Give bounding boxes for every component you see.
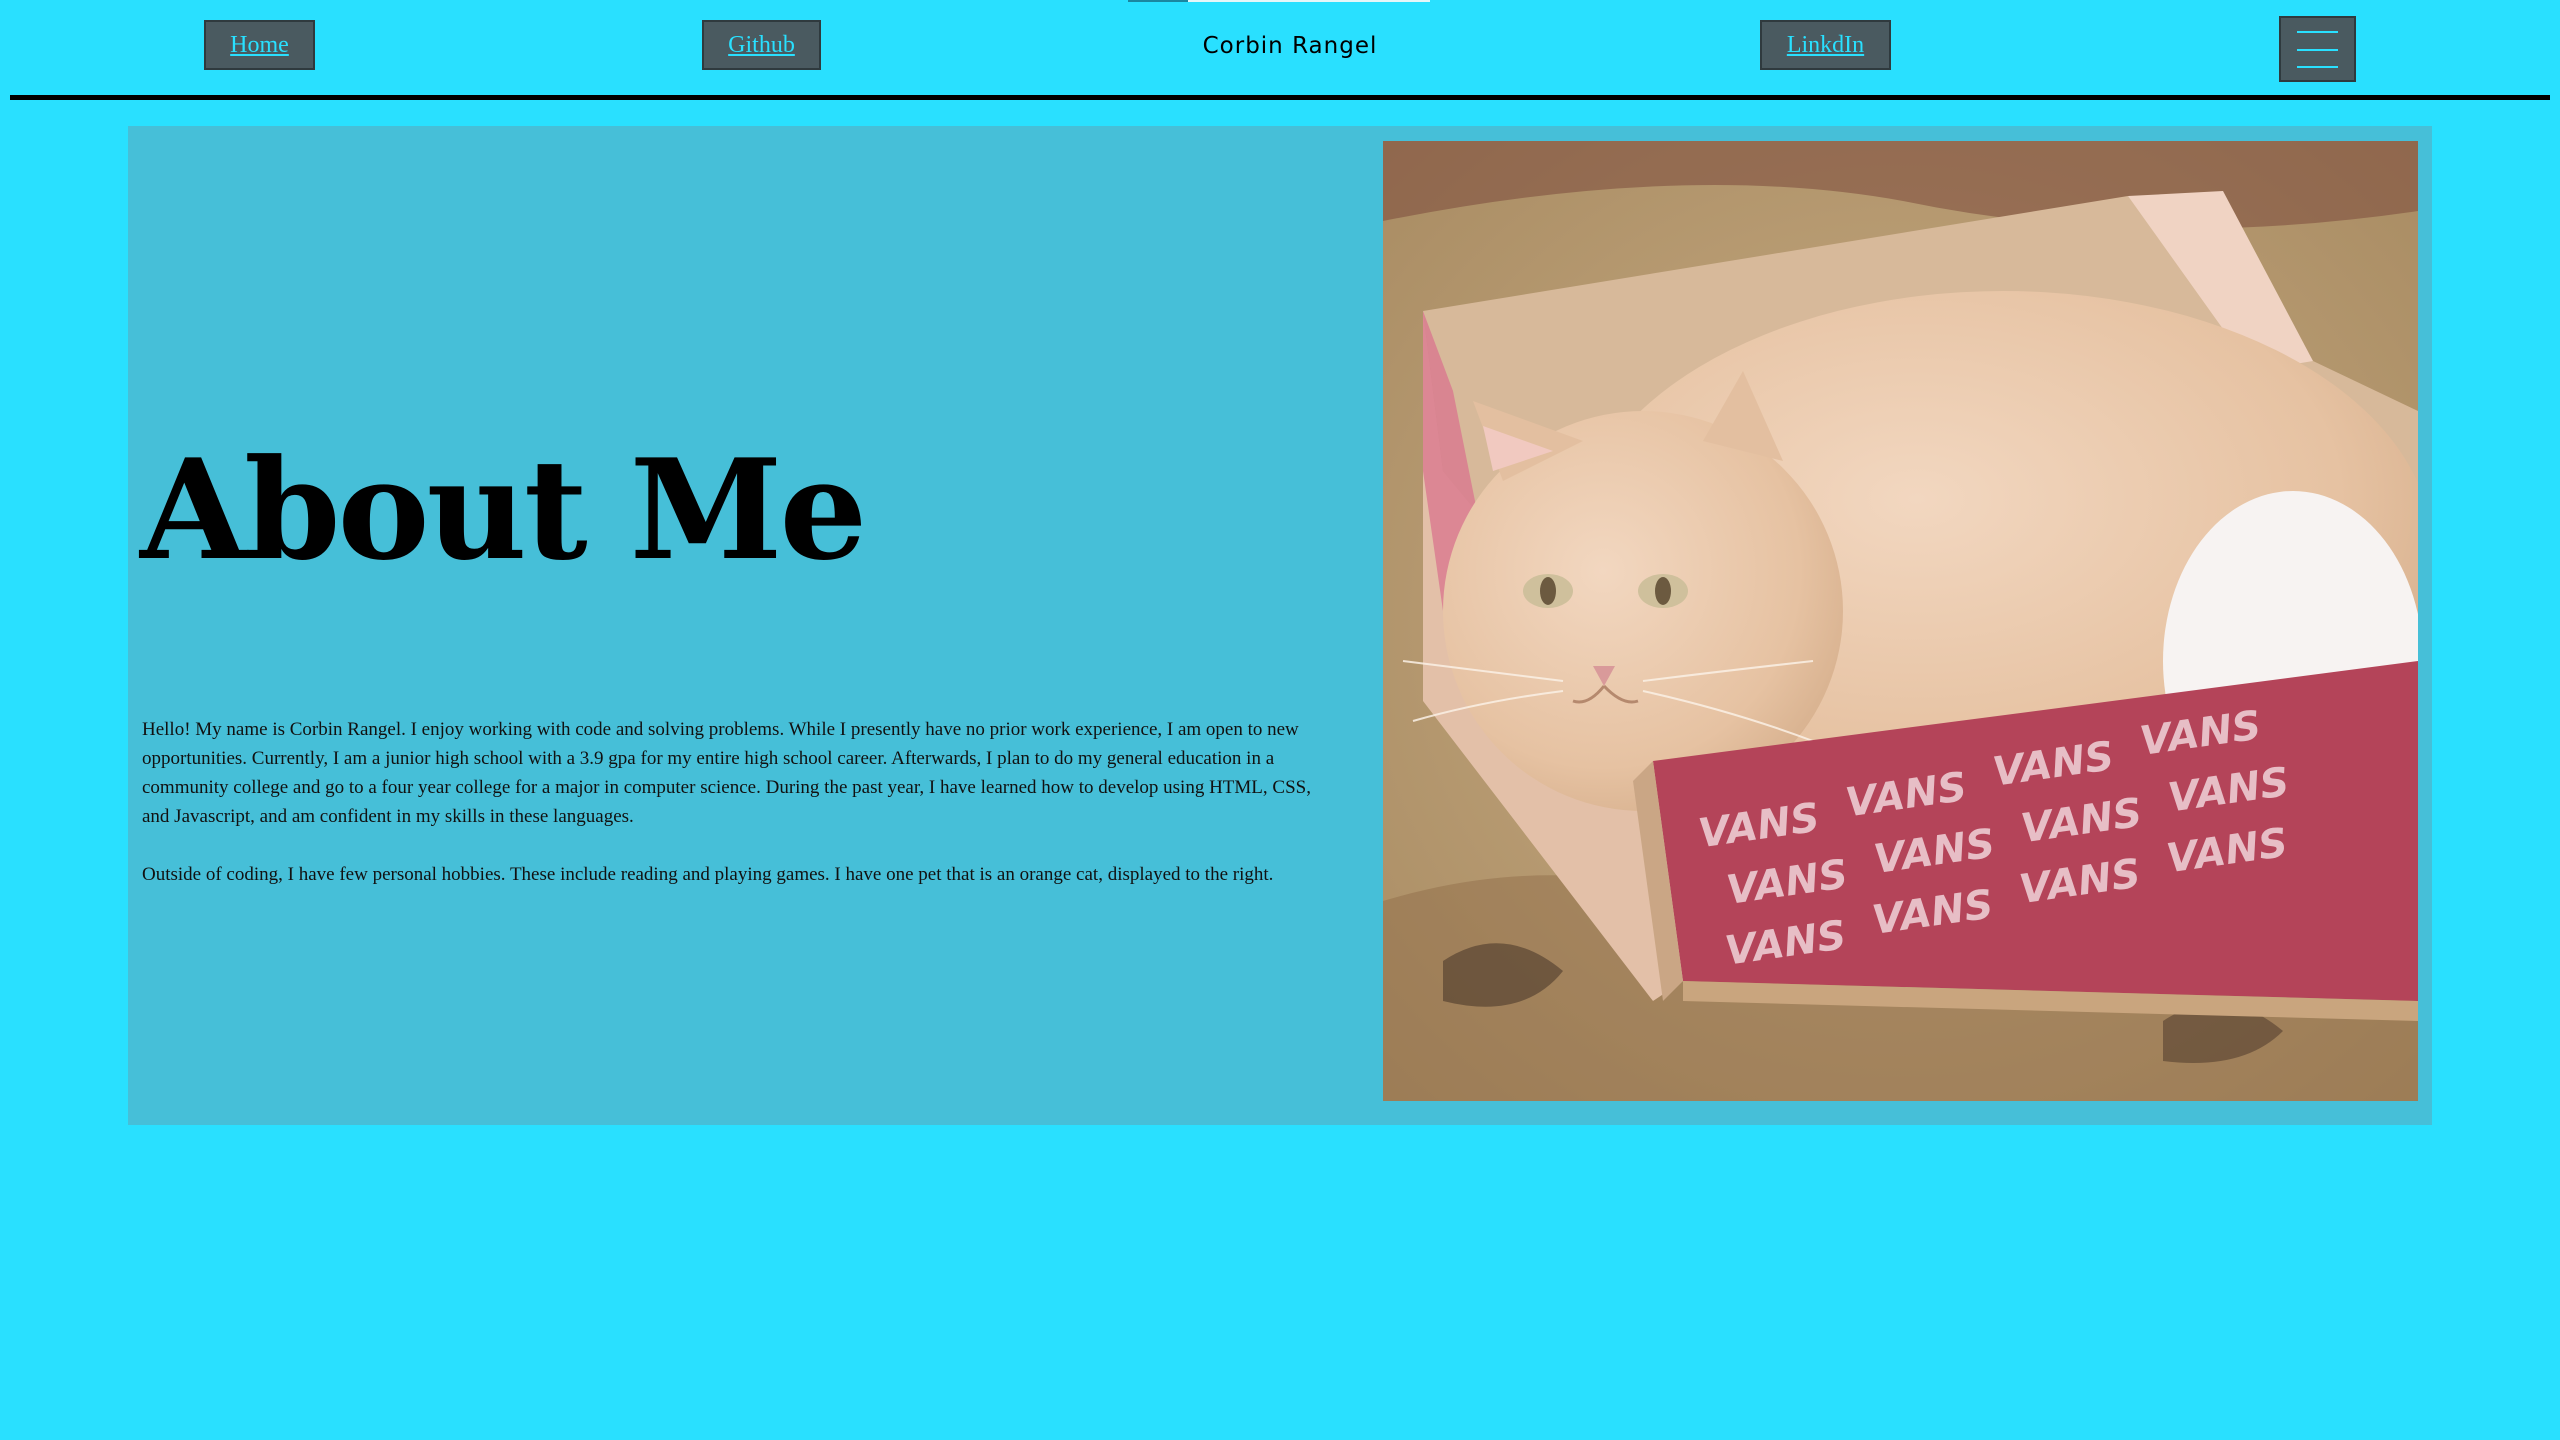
nav-divider bbox=[10, 95, 2550, 100]
menu-button[interactable] bbox=[2279, 16, 2356, 82]
page-title: About Me bbox=[140, 428, 867, 591]
github-link-button[interactable]: Github bbox=[702, 20, 821, 70]
about-text: Hello! My name is Corbin Rangel. I enjoy… bbox=[142, 715, 1342, 918]
title-accent-bar-highlight bbox=[1128, 0, 1188, 2]
home-link-button[interactable]: Home bbox=[204, 20, 315, 70]
about-paragraph: Outside of coding, I have few personal h… bbox=[142, 864, 1274, 885]
top-navigation: Home Github Corbin Rangel LinkdIn bbox=[0, 0, 2560, 100]
linkedin-link-button[interactable]: LinkdIn bbox=[1760, 20, 1891, 70]
about-paragraph: Hello! My name is Corbin Rangel. I enjoy… bbox=[142, 719, 1311, 827]
cat-in-box-image: VANS VANS VANS VANS VANS VANS VANS VANS … bbox=[1383, 141, 2418, 1101]
cat-photo: VANS VANS VANS VANS VANS VANS VANS VANS … bbox=[1383, 141, 2418, 1101]
site-title: Corbin Rangel bbox=[1202, 33, 1378, 59]
